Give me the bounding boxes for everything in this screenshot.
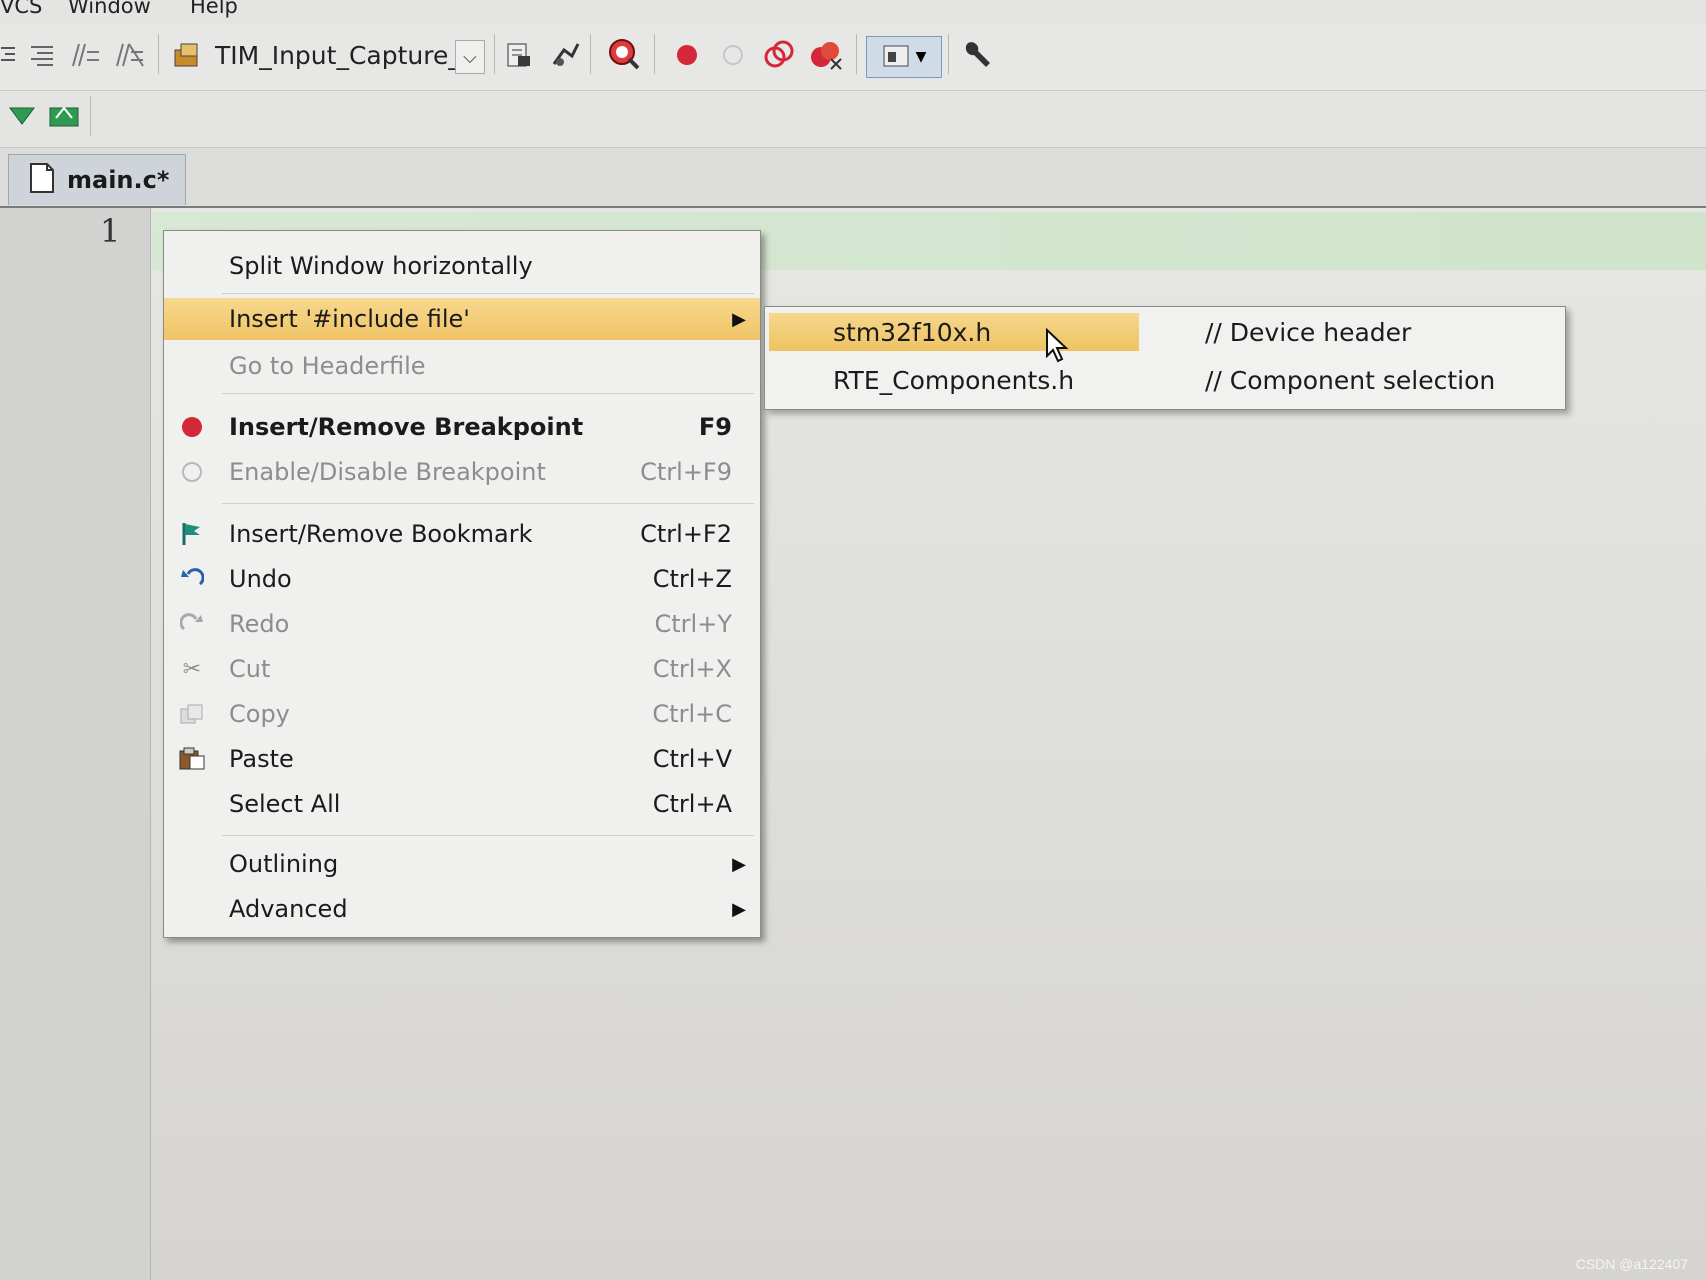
menu-item-insert-remove-bookmark[interactable]: Insert/Remove Bookmark Ctrl+F2	[164, 513, 760, 555]
menu-item-label: Select All	[229, 790, 341, 818]
menu-item-label: Redo	[229, 610, 290, 638]
include-file-submenu: stm32f10x.h // Device header RTE_Compone…	[764, 306, 1566, 410]
menu-item-insert-include[interactable]: Insert '#include file' ▶	[164, 298, 760, 340]
copy-icon	[178, 700, 206, 728]
breakpoint-outline-icon	[178, 458, 206, 486]
menu-item-shortcut: Ctrl+V	[652, 745, 732, 773]
scissors-icon: ✂	[182, 656, 202, 682]
submenu-arrow-icon: ▶	[732, 853, 746, 875]
menu-item-label: Copy	[229, 700, 290, 728]
breakpoint-outline-icon[interactable]	[718, 40, 748, 70]
download-icon[interactable]	[4, 98, 40, 132]
menu-item-redo[interactable]: Redo Ctrl+Y	[164, 603, 760, 645]
window-layout-button[interactable]: ▼	[866, 36, 942, 78]
menu-item-undo[interactable]: Undo Ctrl+Z	[164, 558, 760, 600]
mouse-cursor-icon	[1045, 327, 1071, 368]
menu-item-label: Advanced	[229, 895, 348, 923]
menu-item-shortcut: Ctrl+X	[652, 655, 732, 683]
tab-label: main.c*	[67, 166, 170, 194]
submenu-item-stm32f10x[interactable]: stm32f10x.h // Device header	[765, 309, 1565, 355]
wrench-icon[interactable]	[958, 38, 996, 74]
caret-down-icon: ▼	[915, 49, 927, 65]
tab-main-c[interactable]: main.c*	[8, 154, 186, 205]
menu-item-paste[interactable]: Paste Ctrl+V	[164, 738, 760, 780]
translate-icon[interactable]	[502, 38, 536, 72]
menu-item-label: Enable/Disable Breakpoint	[229, 458, 546, 486]
debug-start-icon[interactable]	[606, 36, 642, 72]
submenu-arrow-icon: ▶	[732, 308, 746, 330]
clipboard-icon	[178, 745, 206, 773]
menu-item-label: Go to Headerfile	[229, 352, 426, 380]
menu-item-shortcut: Ctrl+A	[652, 790, 732, 818]
menu-item-label: Insert '#include file'	[229, 305, 470, 333]
menu-help[interactable]: Help	[190, 0, 238, 18]
menu-item-label: Undo	[229, 565, 292, 593]
context-menu: Split Window horizontally Insert '#inclu…	[163, 230, 761, 938]
redo-icon	[178, 610, 206, 638]
indent-icon[interactable]	[0, 40, 18, 70]
menu-item-advanced[interactable]: Advanced ▶	[164, 888, 760, 930]
project-select[interactable]: TIM_Input_Capture_	[215, 35, 461, 75]
menu-vcs[interactable]: VCS	[0, 0, 42, 18]
submenu-arrow-icon: ▶	[732, 898, 746, 920]
line-number: 1	[100, 212, 121, 250]
submenu-comment: // Device header	[1205, 317, 1412, 347]
kill-breakpoints-icon[interactable]	[808, 38, 844, 72]
menu-item-shortcut: Ctrl+C	[652, 700, 732, 728]
tab-strip: main.c*	[0, 148, 1706, 208]
breakpoint-icon[interactable]	[672, 40, 702, 70]
line-gutter	[0, 208, 151, 1280]
menu-item-go-to-headerfile[interactable]: Go to Headerfile	[164, 345, 760, 387]
menu-item-shortcut: Ctrl+Y	[654, 610, 732, 638]
submenu-item-rte-components[interactable]: RTE_Components.h // Component selection	[765, 357, 1565, 403]
uncomment-icon[interactable]	[112, 40, 146, 70]
menu-item-insert-remove-breakpoint[interactable]: Insert/Remove Breakpoint F9	[164, 406, 760, 448]
load-icon[interactable]	[46, 98, 84, 132]
comment-icon[interactable]	[68, 40, 102, 70]
build-icon[interactable]	[548, 38, 582, 72]
menu-item-label: Insert/Remove Breakpoint	[229, 413, 584, 441]
breakpoint-icon	[178, 413, 206, 441]
undo-icon	[178, 565, 206, 593]
menu-item-select-all[interactable]: Select All Ctrl+A	[164, 783, 760, 825]
menu-item-outlining[interactable]: Outlining ▶	[164, 843, 760, 885]
watermark: CSDN @a122407	[1575, 1256, 1688, 1272]
menu-item-label: Cut	[229, 655, 271, 683]
submenu-file-name: RTE_Components.h	[833, 365, 1075, 395]
menu-item-shortcut: Ctrl+F2	[640, 520, 732, 548]
menu-window[interactable]: Window	[68, 0, 151, 18]
bookmark-flag-icon	[178, 520, 206, 548]
menu-item-label: Paste	[229, 745, 294, 773]
menu-item-split-window[interactable]: Split Window horizontally	[164, 245, 760, 287]
file-icon	[29, 162, 55, 198]
menu-item-enable-disable-breakpoint[interactable]: Enable/Disable Breakpoint Ctrl+F9	[164, 451, 760, 493]
secondary-toolbar	[0, 91, 1706, 148]
menu-item-label: Insert/Remove Bookmark	[229, 520, 533, 548]
menu-item-label: Split Window horizontally	[229, 252, 533, 280]
menu-item-shortcut: F9	[698, 413, 732, 441]
menu-item-cut[interactable]: ✂ Cut Ctrl+X	[164, 648, 760, 690]
submenu-comment: // Component selection	[1205, 365, 1496, 395]
chevron-down-icon[interactable]: ⌵	[455, 40, 485, 74]
menu-item-label: Outlining	[229, 850, 339, 878]
menu-item-shortcut: Ctrl+F9	[640, 458, 732, 486]
menu-item-shortcut: Ctrl+Z	[652, 565, 732, 593]
menu-item-copy[interactable]: Copy Ctrl+C	[164, 693, 760, 735]
project-icon[interactable]	[170, 38, 204, 72]
disable-breakpoints-icon[interactable]	[762, 38, 796, 72]
submenu-file-name: stm32f10x.h	[833, 317, 992, 347]
unindent-icon[interactable]	[26, 40, 56, 70]
menu-bar: VCS Window Help	[0, 0, 1706, 24]
